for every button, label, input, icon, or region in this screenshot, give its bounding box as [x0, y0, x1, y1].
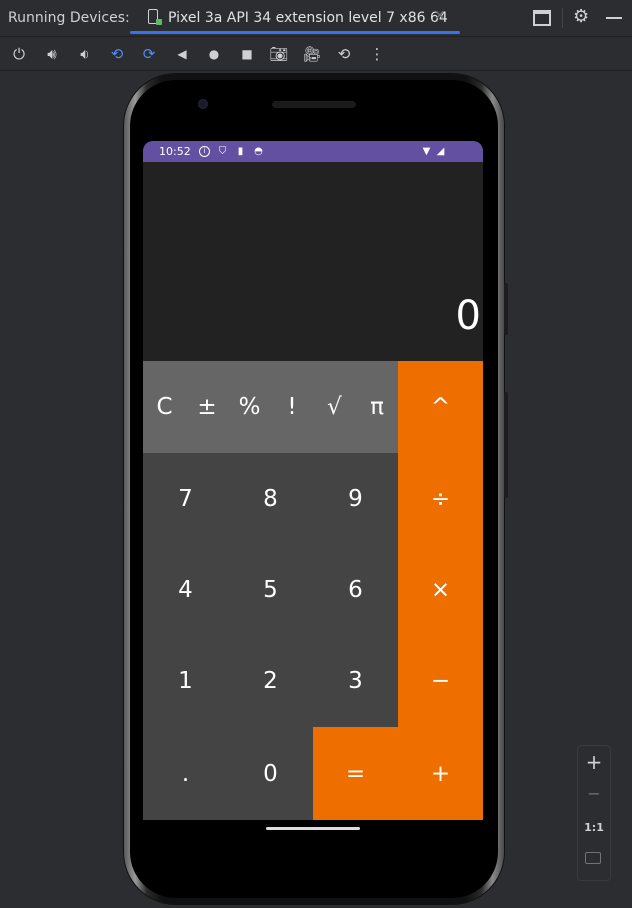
digit-3-button[interactable]: 3 — [313, 635, 398, 727]
power-button[interactable]: ^ — [398, 361, 483, 453]
digit-7-button[interactable]: 7 — [143, 453, 228, 544]
digit-9-button[interactable]: 9 — [313, 453, 398, 544]
signal-icon: ◢ — [436, 146, 445, 157]
subtract-button[interactable]: − — [398, 635, 483, 727]
pi-button[interactable]: π — [356, 361, 398, 453]
zoom-panel: + − 1:1 — [577, 745, 611, 881]
tab-close-icon[interactable]: ✕ — [434, 8, 446, 24]
digit-0-button[interactable]: 0 — [228, 727, 313, 820]
result-text: 0 — [455, 293, 481, 339]
device-icon — [148, 9, 162, 25]
divide-button[interactable]: ÷ — [398, 453, 483, 544]
sd-card-icon: ▮ — [237, 146, 244, 157]
fit-screen-icon[interactable] — [585, 852, 601, 864]
equals-button[interactable]: = — [313, 727, 398, 820]
shield-icon: ⛉ — [218, 146, 227, 157]
overview-icon[interactable]: ■ — [236, 43, 258, 65]
front-camera — [198, 99, 208, 109]
plus-minus-button[interactable]: ± — [186, 361, 228, 453]
ide-tab-bar: Running Devices: Pixel 3a API 34 extensi… — [0, 0, 632, 37]
window-options-icon[interactable] — [533, 10, 551, 26]
zoom-out-button[interactable]: − — [578, 784, 610, 803]
home-icon[interactable]: ● — [203, 43, 225, 65]
snapshot-icon[interactable]: ⟲ — [333, 43, 355, 65]
power-icon[interactable]: ⏻ — [8, 43, 30, 65]
volume-down-icon[interactable]: 🔉︎ — [74, 43, 96, 65]
status-bar: 10:52 i ⛉ ▮ ◓ ▼ ◢ — [143, 141, 483, 162]
gesture-nav-handle[interactable] — [266, 827, 360, 830]
digit-8-button[interactable]: 8 — [228, 453, 313, 544]
digit-6-button[interactable]: 6 — [313, 544, 398, 635]
actual-size-button[interactable]: 1:1 — [578, 821, 610, 834]
divider — [562, 8, 563, 28]
add-button[interactable]: + — [398, 727, 483, 820]
android-icon: ◓ — [254, 146, 263, 157]
emulator-toolbar: ⏻ 🔊︎ 🔉︎ ⟲ ⟳ ◀ ● ■ 📷︎ 🎥︎ ⟲ ⋮ — [0, 37, 632, 71]
digit-2-button[interactable]: 2 — [228, 635, 313, 727]
screen-record-icon[interactable]: 🎥︎ — [301, 43, 323, 65]
gear-icon[interactable]: ⚙ — [573, 6, 589, 28]
calculator-display: 0 — [143, 162, 483, 361]
back-icon[interactable]: ◀ — [171, 43, 193, 65]
percent-button[interactable]: % — [228, 361, 271, 453]
digit-5-button[interactable]: 5 — [228, 544, 313, 635]
volume-rocker — [504, 392, 508, 498]
status-time: 10:52 — [159, 145, 191, 158]
wifi-icon: ▼ — [422, 146, 431, 157]
clear-button[interactable]: C — [143, 361, 186, 453]
info-icon: i — [199, 146, 210, 157]
panel-title: Running Devices: — [8, 10, 130, 26]
screenshot-icon[interactable]: 📷︎ — [268, 43, 290, 65]
digit-1-button[interactable]: 1 — [143, 635, 228, 727]
rotate-right-icon[interactable]: ⟳ — [138, 43, 160, 65]
more-icon[interactable]: ⋮ — [366, 43, 388, 65]
hide-panel-icon[interactable] — [606, 17, 622, 19]
factorial-button[interactable]: ! — [271, 361, 313, 453]
device-screen: 10:52 i ⛉ ▮ ◓ ▼ ◢ 0 C ± % ! √ π ^ ÷ × − … — [143, 141, 483, 820]
earpiece-speaker — [272, 101, 356, 108]
multiply-button[interactable]: × — [398, 544, 483, 635]
active-tab-indicator — [130, 31, 460, 34]
volume-up-icon[interactable]: 🔊︎ — [41, 43, 63, 65]
device-tab[interactable]: Pixel 3a API 34 extension level 7 x86 64… — [130, 0, 460, 36]
decimal-button[interactable]: . — [143, 727, 228, 820]
device-tab-label: Pixel 3a API 34 extension level 7 x86 64 — [168, 10, 448, 26]
digit-4-button[interactable]: 4 — [143, 544, 228, 635]
rotate-left-icon[interactable]: ⟲ — [106, 43, 128, 65]
sqrt-button[interactable]: √ — [313, 361, 356, 453]
zoom-in-button[interactable]: + — [578, 750, 610, 774]
power-key — [504, 283, 508, 335]
